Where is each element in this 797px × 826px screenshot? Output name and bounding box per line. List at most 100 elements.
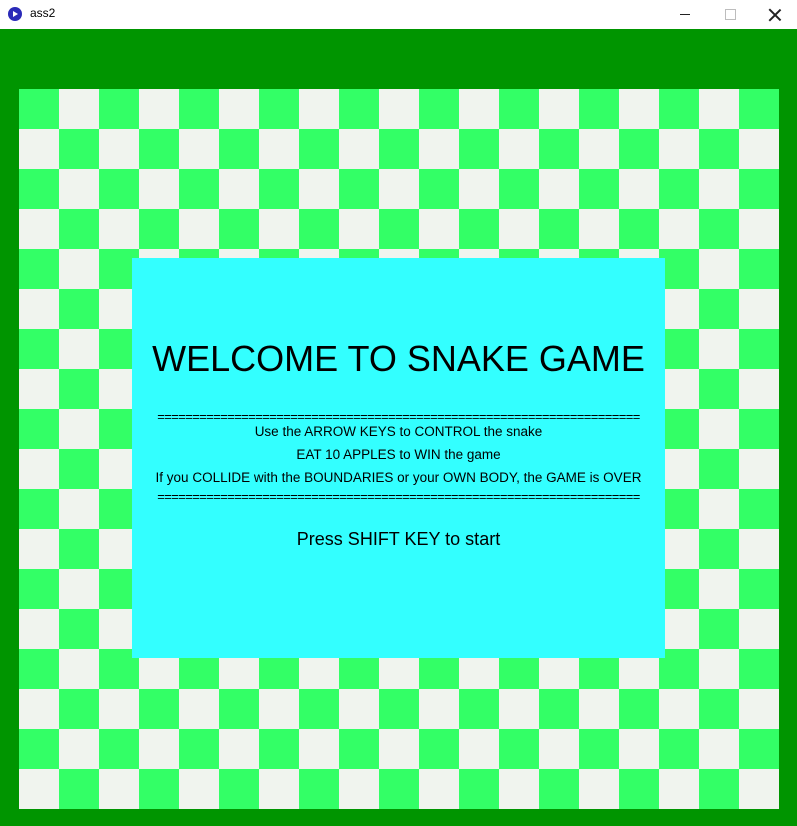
board-tile: [539, 769, 579, 809]
instruction-game-over: If you COLLIDE with the BOUNDARIES or yo…: [155, 470, 642, 485]
board-tile: [339, 89, 379, 129]
board-tile: [419, 729, 459, 769]
maximize-button[interactable]: [707, 0, 753, 29]
game-canvas[interactable]: WELCOME TO SNAKE GAME ==================…: [0, 29, 797, 826]
separator-top: ========================================…: [157, 410, 640, 424]
board-tile: [659, 409, 699, 449]
board-tile: [219, 129, 259, 169]
board-tile: [339, 169, 379, 209]
board-tile: [419, 169, 459, 209]
board-tile: [259, 729, 299, 769]
board-tile: [379, 769, 419, 809]
board-tile: [579, 89, 619, 129]
board-tile: [699, 689, 739, 729]
board-tile: [659, 249, 699, 289]
board-tile: [19, 649, 59, 689]
board-tile: [19, 249, 59, 289]
board-tile: [339, 729, 379, 769]
board-tile: [739, 649, 779, 689]
board-tile: [459, 129, 499, 169]
board-tile: [579, 729, 619, 769]
board-tile: [179, 729, 219, 769]
board-tile: [699, 129, 739, 169]
board-tile: [299, 129, 339, 169]
instruction-goal: EAT 10 APPLES to WIN the game: [296, 447, 501, 462]
board-tile: [459, 689, 499, 729]
board-tile: [59, 209, 99, 249]
board-tile: [659, 729, 699, 769]
maximize-icon: [724, 9, 736, 20]
board-tile: [739, 329, 779, 369]
board-tile: [539, 209, 579, 249]
menu-title: WELCOME TO SNAKE GAME: [152, 338, 645, 379]
board-tile: [19, 489, 59, 529]
board-tile: [179, 169, 219, 209]
board-tile: [379, 129, 419, 169]
board-tile: [699, 529, 739, 569]
board-tile: [19, 329, 59, 369]
board-tile: [659, 649, 699, 689]
board-tile: [59, 449, 99, 489]
board-tile: [19, 409, 59, 449]
board-tile: [139, 209, 179, 249]
board-tile: [19, 729, 59, 769]
board-tile: [419, 89, 459, 129]
welcome-menu: WELCOME TO SNAKE GAME ==================…: [132, 258, 665, 658]
board-tile: [459, 209, 499, 249]
board-tile: [739, 409, 779, 449]
board-tile: [59, 369, 99, 409]
board-tile: [619, 129, 659, 169]
board-tile: [99, 729, 139, 769]
board-tile: [219, 689, 259, 729]
board-tile: [739, 569, 779, 609]
board-tile: [219, 769, 259, 809]
board-tile: [19, 169, 59, 209]
board-tile: [659, 169, 699, 209]
board-tile: [699, 609, 739, 649]
board-tile: [699, 209, 739, 249]
close-icon: [769, 9, 781, 21]
title-bar: ass2: [0, 0, 797, 29]
instruction-controls: Use the ARROW KEYS to CONTROL the snake: [254, 424, 543, 439]
board-tile: [699, 289, 739, 329]
board-tile: [59, 609, 99, 649]
minimize-button[interactable]: [662, 0, 708, 29]
board-tile: [459, 769, 499, 809]
board-tile: [739, 169, 779, 209]
board-tile: [699, 449, 739, 489]
board-tile: [299, 689, 339, 729]
board-tile: [659, 569, 699, 609]
board-tile: [659, 489, 699, 529]
board-tile: [219, 209, 259, 249]
board-tile: [499, 169, 539, 209]
board-tile: [99, 89, 139, 129]
board-tile: [19, 89, 59, 129]
window-title: ass2: [30, 6, 56, 20]
board-tile: [699, 769, 739, 809]
board-tile: [659, 329, 699, 369]
board-tile: [379, 689, 419, 729]
board-tile: [579, 169, 619, 209]
board-tile: [299, 209, 339, 249]
board-tile: [59, 529, 99, 569]
close-button[interactable]: [752, 0, 797, 29]
board-tile: [59, 289, 99, 329]
board-tile: [739, 89, 779, 129]
board-tile: [539, 129, 579, 169]
board-tile: [499, 729, 539, 769]
minimize-icon: [680, 14, 690, 15]
board-tile: [139, 129, 179, 169]
board-tile: [539, 689, 579, 729]
board-tile: [259, 169, 299, 209]
board-tile: [139, 689, 179, 729]
board-tile: [619, 769, 659, 809]
board-tile: [259, 89, 299, 129]
board-tile: [379, 209, 419, 249]
board-tile: [739, 489, 779, 529]
separator-bottom: ========================================…: [157, 490, 640, 504]
board-tile: [99, 169, 139, 209]
board-tile: [619, 689, 659, 729]
board-tile: [699, 369, 739, 409]
board-tile: [619, 209, 659, 249]
board-tile: [499, 89, 539, 129]
